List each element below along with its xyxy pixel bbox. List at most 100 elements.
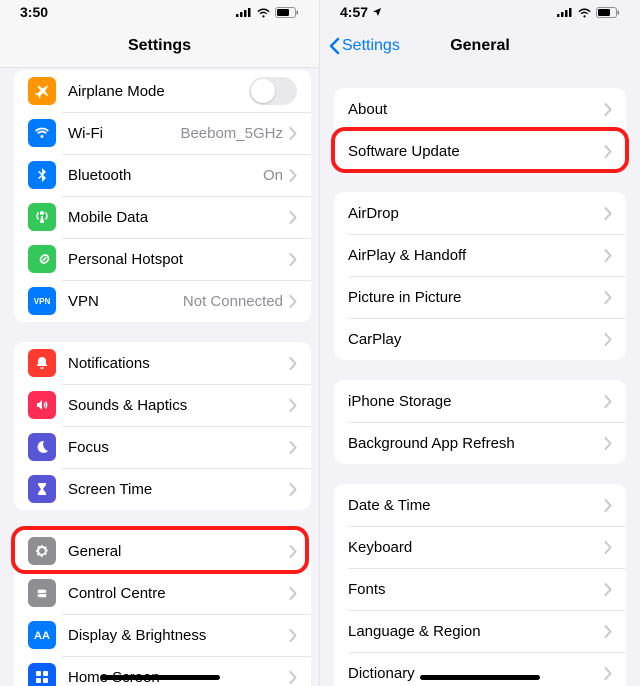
- row-label: Background App Refresh: [348, 435, 604, 452]
- row-about[interactable]: About: [334, 88, 626, 130]
- row-label: Personal Hotspot: [68, 251, 289, 268]
- row-label: Wi-Fi: [68, 125, 180, 142]
- row-general[interactable]: General: [14, 530, 311, 572]
- link-icon: [28, 245, 56, 273]
- row-label: CarPlay: [348, 331, 604, 348]
- row-wifi[interactable]: Wi-FiBeebom_5GHz: [14, 112, 311, 154]
- row-label: About: [348, 101, 604, 118]
- row-label: General: [68, 543, 289, 560]
- row-bg-refresh[interactable]: Background App Refresh: [334, 422, 626, 464]
- chevron-right-icon: [604, 103, 612, 116]
- row-control-centre[interactable]: Control Centre: [14, 572, 311, 614]
- row-airdrop[interactable]: AirDrop: [334, 192, 626, 234]
- chevron-right-icon: [604, 541, 612, 554]
- row-label: Airplane Mode: [68, 83, 249, 100]
- home-indicator[interactable]: [100, 675, 220, 680]
- row-software-update[interactable]: Software Update: [334, 130, 626, 172]
- status-time: 4:57: [340, 4, 382, 20]
- chevron-right-icon: [289, 211, 297, 224]
- row-notifications[interactable]: Notifications: [14, 342, 311, 384]
- gear-icon: [28, 537, 56, 565]
- row-screen-time[interactable]: Screen Time: [14, 468, 311, 510]
- row-carplay[interactable]: CarPlay: [334, 318, 626, 360]
- row-label: Keyboard: [348, 539, 604, 556]
- row-bluetooth[interactable]: BluetoothOn: [14, 154, 311, 196]
- row-sounds[interactable]: Sounds & Haptics: [14, 384, 311, 426]
- moon-icon: [28, 433, 56, 461]
- row-airplane[interactable]: Airplane Mode: [14, 70, 311, 112]
- general-list: About Software Update AirDrop AirPlay & Han…: [320, 88, 640, 686]
- row-hotspot[interactable]: Personal Hotspot: [14, 238, 311, 280]
- general-group: iPhone Storage Background App Refresh: [334, 380, 626, 464]
- battery-icon: [275, 7, 299, 18]
- chevron-right-icon: [604, 437, 612, 450]
- chevron-right-icon: [289, 545, 297, 558]
- speaker-icon: [28, 391, 56, 419]
- wifi-icon: [28, 119, 56, 147]
- chevron-right-icon: [289, 169, 297, 182]
- chevron-right-icon: [289, 127, 297, 140]
- general-screen: 4:57 Settings General About Software Upda…: [320, 0, 640, 686]
- back-button[interactable]: Settings: [328, 24, 400, 68]
- svg-text:VPN: VPN: [34, 297, 50, 306]
- status-icons: [236, 7, 299, 18]
- row-value: Not Connected: [183, 293, 283, 310]
- settings-group: General Control CentreAADisplay & Brightn…: [14, 530, 311, 686]
- status-time: 3:50: [20, 4, 48, 20]
- status-icons: [557, 7, 620, 18]
- row-storage[interactable]: iPhone Storage: [334, 380, 626, 422]
- chevron-right-icon: [289, 671, 297, 684]
- row-airplay[interactable]: AirPlay & Handoff: [334, 234, 626, 276]
- row-label: Fonts: [348, 581, 604, 598]
- row-dictionary[interactable]: Dictionary: [334, 652, 626, 686]
- text-size-icon: AA: [28, 621, 56, 649]
- row-lang-region[interactable]: Language & Region: [334, 610, 626, 652]
- chevron-right-icon: [289, 295, 297, 308]
- row-display[interactable]: AADisplay & Brightness: [14, 614, 311, 656]
- chevron-right-icon: [289, 587, 297, 600]
- chevron-right-icon: [604, 145, 612, 158]
- row-label: AirPlay & Handoff: [348, 247, 604, 264]
- row-pip[interactable]: Picture in Picture: [334, 276, 626, 318]
- page-title: Settings: [128, 37, 191, 55]
- svg-text:AA: AA: [34, 630, 50, 642]
- row-label: Notifications: [68, 355, 289, 372]
- row-vpn[interactable]: VPNVPNNot Connected: [14, 280, 311, 322]
- chevron-right-icon: [604, 249, 612, 262]
- chevron-right-icon: [604, 291, 612, 304]
- chevron-right-icon: [604, 499, 612, 512]
- chevron-right-icon: [604, 625, 612, 638]
- chevron-right-icon: [289, 629, 297, 642]
- settings-group: Notifications Sounds & Haptics FocusScreen…: [14, 342, 311, 510]
- general-group: AirDrop AirPlay & Handoff Picture in Pictu…: [334, 192, 626, 360]
- airplane-icon: [28, 77, 56, 105]
- grid-icon: [28, 663, 56, 686]
- row-mobile-data[interactable]: Mobile Data: [14, 196, 311, 238]
- row-keyboard[interactable]: Keyboard: [334, 526, 626, 568]
- row-value: Beebom_5GHz: [180, 125, 283, 142]
- chevron-right-icon: [289, 357, 297, 370]
- home-indicator[interactable]: [420, 675, 540, 680]
- chevron-right-icon: [289, 483, 297, 496]
- settings-group: Airplane ModeWi-FiBeebom_5GHzBluetoothOn…: [14, 70, 311, 322]
- wifi-icon: [256, 7, 271, 18]
- settings-screen: 3:50 Settings Airplane Mode Wi-FiBeebom_5…: [0, 0, 320, 686]
- settings-list: Airplane ModeWi-FiBeebom_5GHzBluetoothOn…: [0, 70, 319, 686]
- row-date-time[interactable]: Date & Time: [334, 484, 626, 526]
- wifi-icon: [577, 7, 592, 18]
- navbar: Settings: [0, 24, 319, 68]
- toggle[interactable]: [249, 77, 297, 105]
- general-group: About Software Update: [334, 88, 626, 172]
- row-label: Bluetooth: [68, 167, 263, 184]
- row-label: Date & Time: [348, 497, 604, 514]
- row-label: Sounds & Haptics: [68, 397, 289, 414]
- row-focus[interactable]: Focus: [14, 426, 311, 468]
- back-label: Settings: [342, 37, 400, 55]
- status-bar: 3:50: [0, 0, 319, 24]
- row-home-screen[interactable]: Home Screen: [14, 656, 311, 686]
- row-fonts[interactable]: Fonts: [334, 568, 626, 610]
- hourglass-icon: [28, 475, 56, 503]
- row-label: Picture in Picture: [348, 289, 604, 306]
- bell-icon: [28, 349, 56, 377]
- page-title: General: [450, 37, 510, 55]
